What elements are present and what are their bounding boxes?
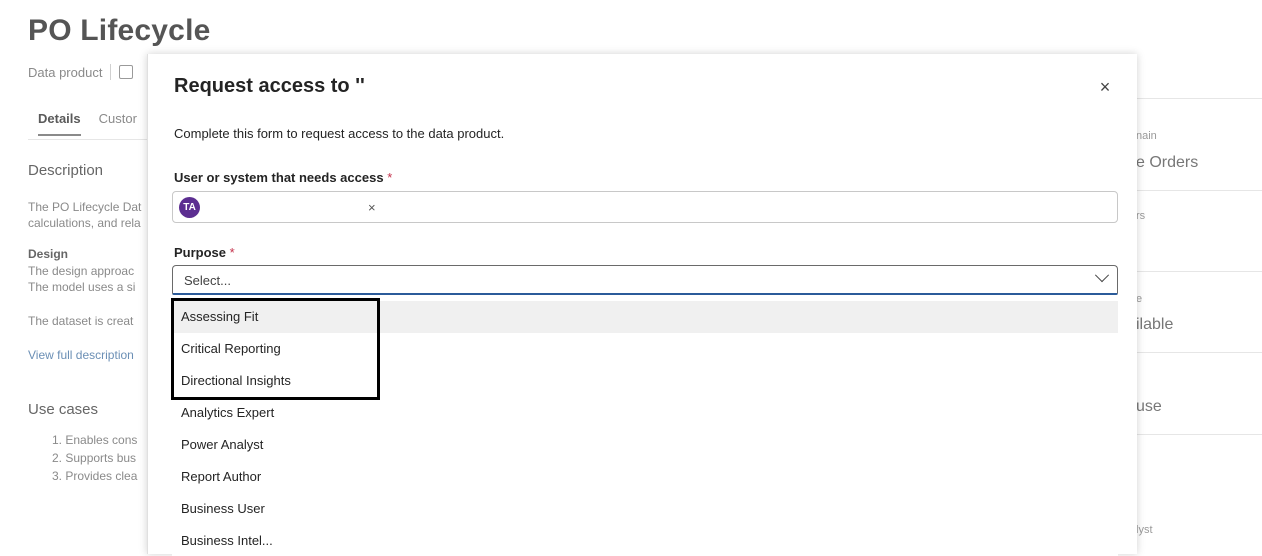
use-case-item: 3. Provides clea [52,469,138,483]
purpose-select[interactable]: Select... [172,265,1118,295]
option-critical-reporting[interactable]: Critical Reporting [172,333,1118,365]
close-icon[interactable]: × [1094,76,1116,98]
page-subtitle: Data product [28,64,134,80]
dialog-description: Complete this form to request access to … [174,126,505,141]
domain-label: nain [1136,130,1157,142]
required-marker: * [387,170,393,185]
right-panel-divider [1120,98,1262,99]
owners-label: rs [1136,210,1146,222]
data-product-type: Data product [28,64,103,80]
tab-details[interactable]: Details [38,111,81,136]
tab-custom[interactable]: Custor [99,111,137,136]
right-panel-divider [1120,190,1262,191]
purpose-label-text: Purpose [174,245,227,260]
dataset-line: The dataset is creat [28,314,134,328]
request-access-dialog: Request access to '' × Complete this for… [147,54,1137,556]
required-marker: * [229,245,235,260]
use-cases-heading: Use cases [28,401,99,418]
subtitle-divider [110,64,112,80]
view-full-description-link[interactable]: View full description [28,348,134,362]
role-value: lyst [1136,524,1153,536]
page-title: PO Lifecycle [28,14,211,47]
tab-bar: Details Custor [38,111,137,136]
use-case-item: 2. Supports bus [52,451,137,465]
domain-value: e Orders [1136,154,1199,171]
option-business-user[interactable]: Business User [172,493,1118,525]
description-line: The PO Lifecycle Dat [28,200,142,214]
purpose-dropdown-list: Assessing Fit Critical Reporting Directi… [172,296,1118,556]
use-value: use [1136,398,1162,415]
design-line: The design approac [28,264,135,278]
option-business-intel[interactable]: Business Intel... [172,525,1118,556]
option-report-author[interactable]: Report Author [172,461,1118,493]
tab-divider [28,139,148,140]
option-analytics-expert[interactable]: Analytics Expert [172,397,1118,429]
design-line: The model uses a si [28,280,136,294]
user-label-text: User or system that needs access [174,170,384,185]
description-heading: Description [28,162,104,179]
right-panel-divider [1120,434,1262,435]
description-line: calculations, and rela [28,216,141,230]
user-picker-input[interactable]: TA × [172,191,1118,223]
chevron-down-icon [1094,268,1110,283]
use-case-item: 1. Enables cons [52,433,138,447]
avatar: TA [179,196,200,218]
purpose-placeholder: Select... [184,273,231,288]
remove-user-icon[interactable]: × [368,200,376,215]
option-directional-insights[interactable]: Directional Insights [172,365,1118,397]
option-assessing-fit[interactable]: Assessing Fit [172,301,1118,333]
user-field-label: User or system that needs access * [174,170,392,185]
redacted-user-name [208,200,358,214]
design-heading: Design [28,247,69,261]
cube-icon [119,65,134,79]
purpose-field-label: Purpose * [174,245,235,260]
user-chip: TA × [179,196,391,218]
option-power-analyst[interactable]: Power Analyst [172,429,1118,461]
dialog-title: Request access to '' [174,75,365,97]
right-panel-divider [1120,271,1262,272]
right-panel-divider [1120,352,1262,353]
status-value: ilable [1136,316,1174,333]
